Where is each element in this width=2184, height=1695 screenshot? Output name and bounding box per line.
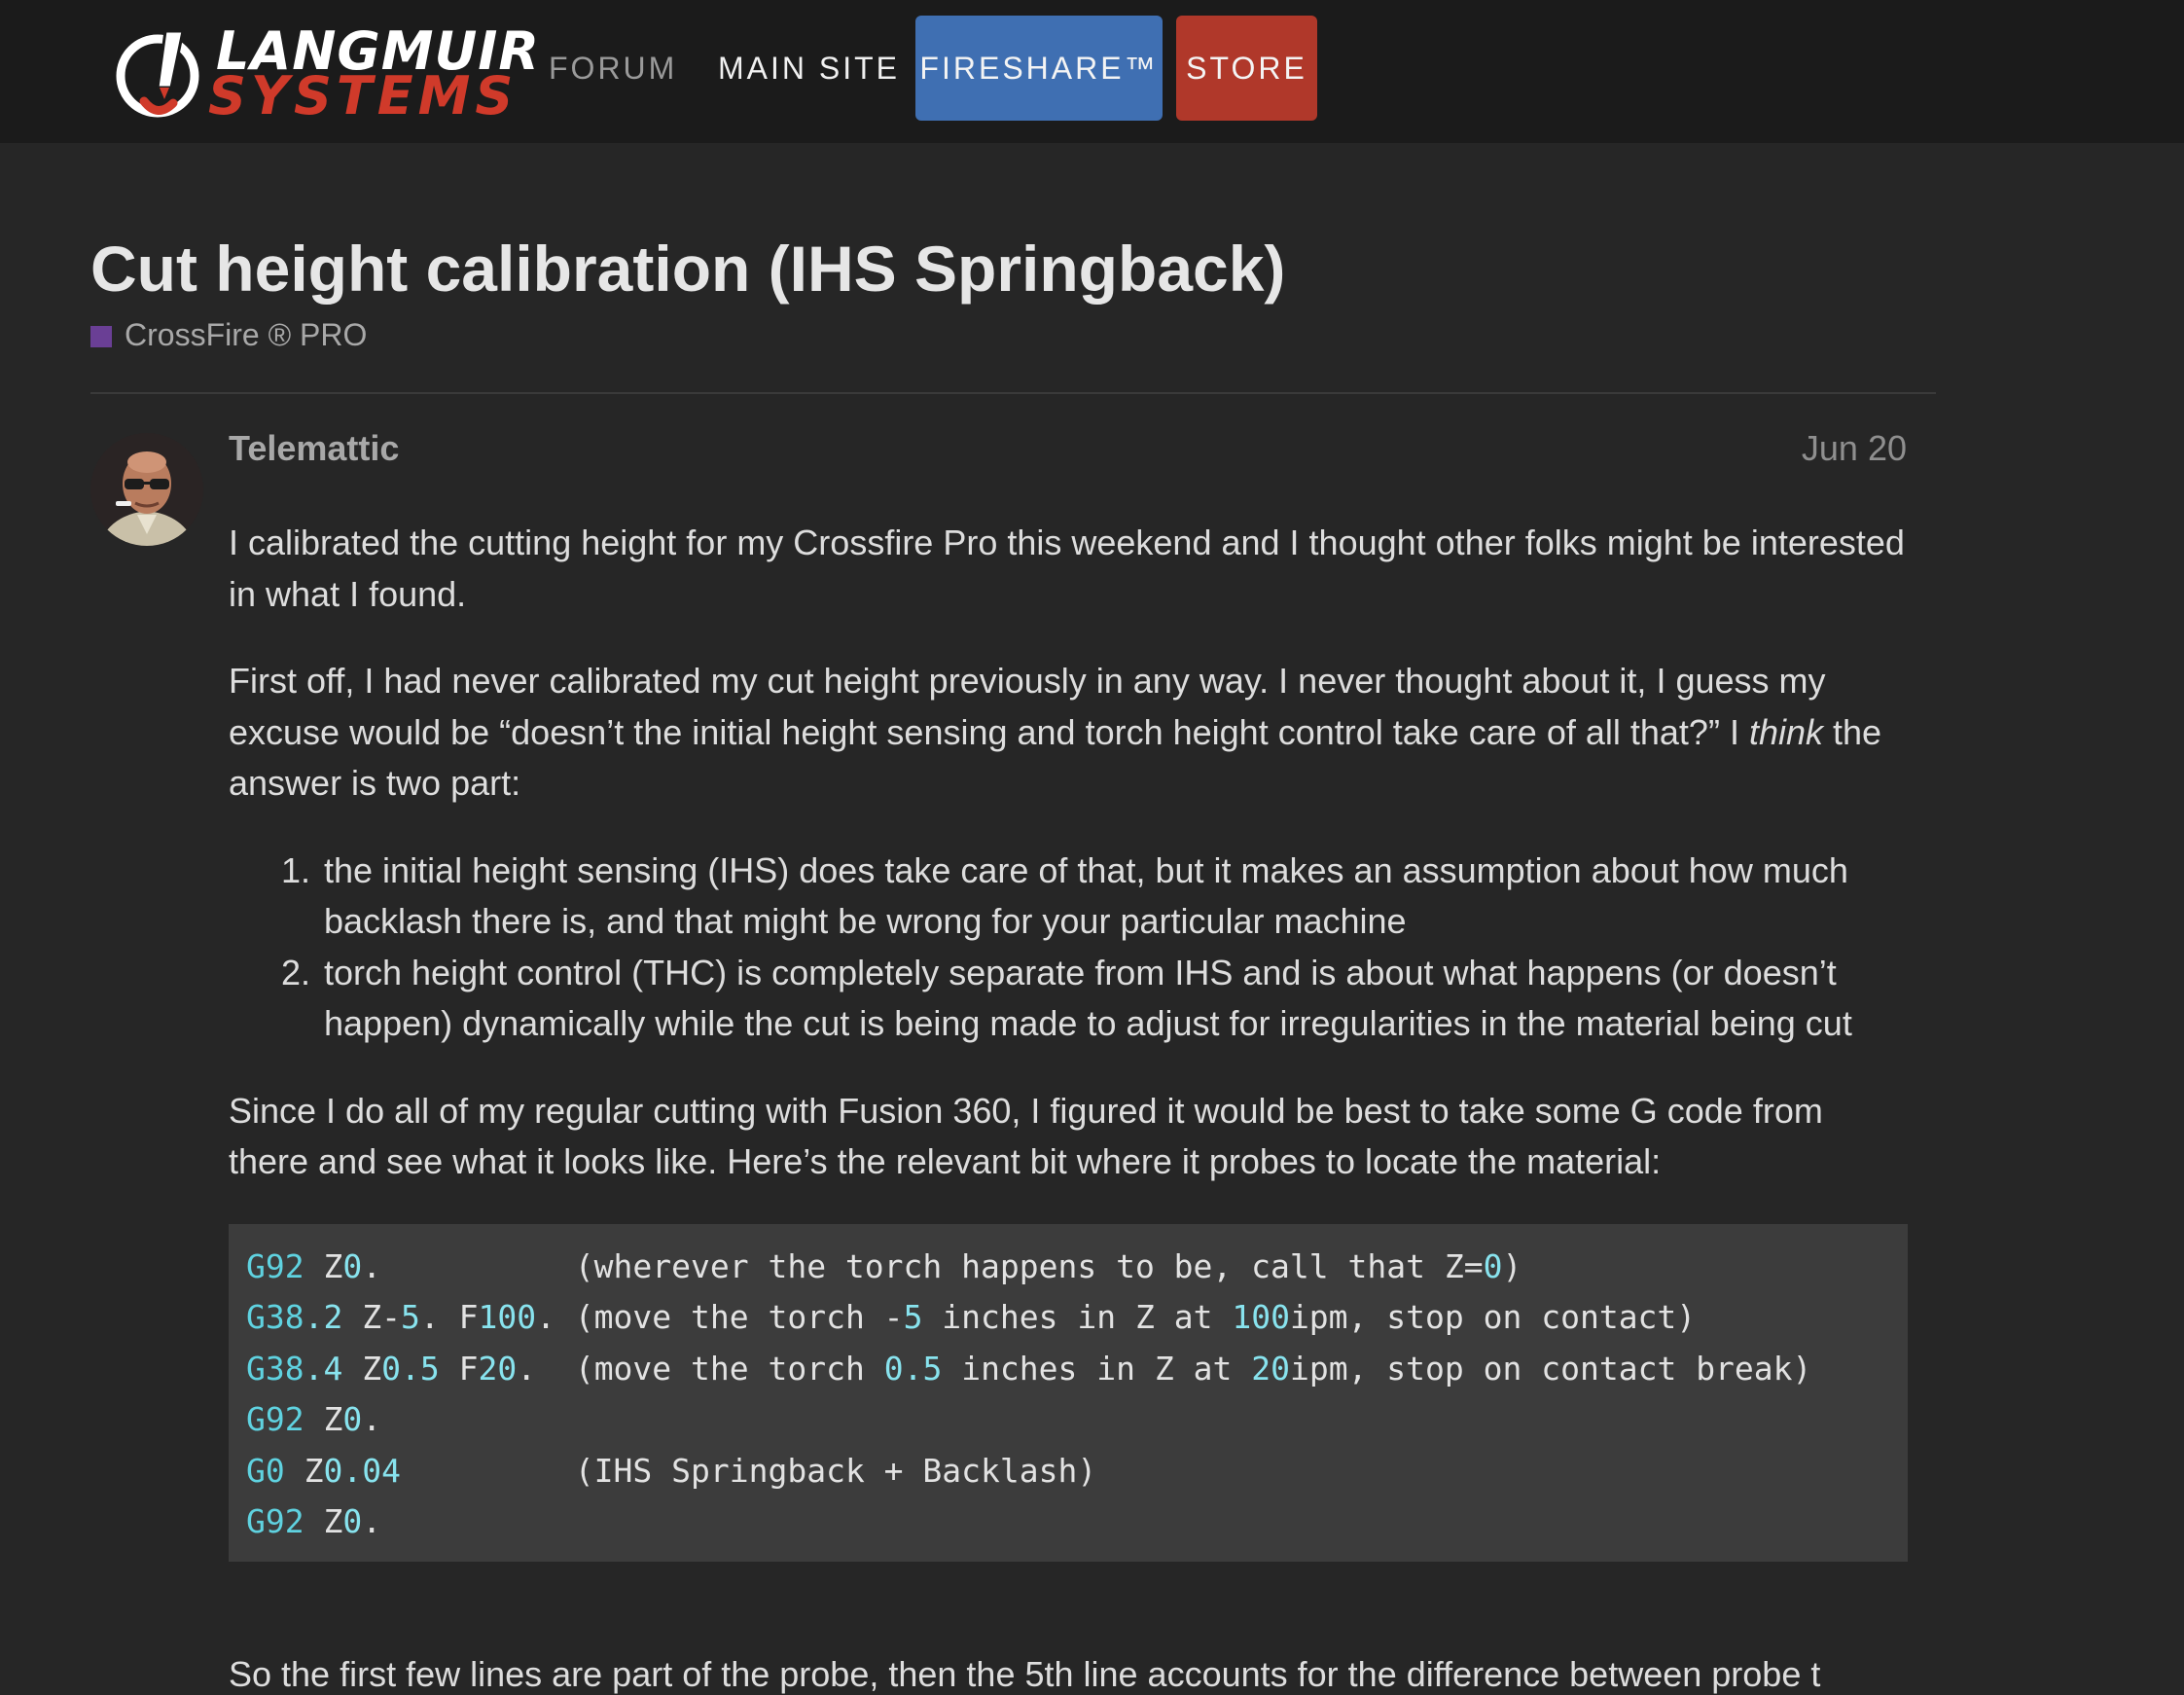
- code-text: F: [439, 1349, 479, 1388]
- code-line: G92 Z0. (wherever the torch happens to b…: [246, 1247, 1522, 1285]
- code-line: G92 Z0.: [246, 1502, 381, 1540]
- code-number: 0.04: [323, 1451, 401, 1490]
- list-item: torch height control (THC) is completely…: [320, 948, 1908, 1050]
- category-color-square: [90, 326, 112, 347]
- code-keyword: G0: [246, 1451, 285, 1490]
- code-number: 100: [478, 1298, 537, 1336]
- code-text: . (wherever the torch happens to be, cal…: [362, 1246, 1484, 1285]
- code-number: 5: [400, 1298, 420, 1336]
- code-number: 5: [903, 1298, 923, 1336]
- nav-forum-link[interactable]: FORUM: [549, 16, 677, 121]
- code-number: 0.5: [381, 1349, 440, 1388]
- code-text: ): [1502, 1246, 1522, 1285]
- site-header: LANGMUIR SYSTEMS FORUM MAIN SITE FIRESHA…: [0, 0, 2184, 143]
- code-text: .: [362, 1502, 382, 1540]
- nav-store-button[interactable]: STORE: [1176, 16, 1317, 121]
- code-number: 0: [342, 1246, 363, 1285]
- code-text: Z: [304, 1400, 343, 1438]
- post-paragraph-2: First off, I had never calibrated my cut…: [229, 656, 1908, 810]
- code-keyword: G92: [246, 1400, 304, 1438]
- code-text: inches in Z at: [922, 1298, 1233, 1336]
- list-item: the initial height sensing (IHS) does ta…: [320, 846, 1908, 948]
- code-text: ipm, stop on contact): [1289, 1298, 1697, 1336]
- topic-title[interactable]: Cut height calibration (IHS Springback): [90, 232, 1285, 306]
- code-text: . F: [419, 1298, 479, 1336]
- code-text: . (move the torch -: [536, 1298, 904, 1336]
- code-keyword: G92: [246, 1502, 304, 1540]
- category-label: CrossFire ® PRO: [125, 317, 368, 352]
- code-text: .: [362, 1400, 382, 1438]
- code-text: . (move the torch: [517, 1349, 884, 1388]
- post-date[interactable]: Jun 20: [1732, 428, 1907, 469]
- torch-logo-icon: [116, 29, 199, 118]
- code-number: 0: [342, 1502, 363, 1540]
- code-text: Z-: [342, 1298, 401, 1336]
- gcode-block[interactable]: G92 Z0. (wherever the torch happens to b…: [229, 1223, 1908, 1562]
- code-line: G0 Z0.04 (IHS Springback + Backlash): [246, 1452, 1096, 1490]
- code-number: 20: [478, 1349, 518, 1388]
- code-keyword: G38: [246, 1349, 304, 1388]
- post-paragraph-3: Since I do all of my regular cutting wit…: [229, 1090, 1823, 1182]
- post-body: I calibrated the cutting height for my C…: [229, 518, 1908, 1562]
- title-divider: [90, 392, 1936, 394]
- code-number: 0.5: [883, 1349, 943, 1388]
- code-number: .4: [304, 1349, 343, 1388]
- code-text: Z: [304, 1246, 343, 1285]
- code-text: Z: [304, 1502, 343, 1540]
- post-username[interactable]: Telemattic: [229, 428, 399, 469]
- portrait-icon: [90, 433, 203, 546]
- post-list: the initial height sensing (IHS) does ta…: [229, 846, 1908, 1050]
- code-text: inches in Z at: [942, 1349, 1252, 1388]
- code-number: 0: [1483, 1246, 1503, 1285]
- code-keyword: G38: [246, 1298, 304, 1336]
- post-paragraph-4-partial: So the first few lines are part of the p…: [229, 1654, 1821, 1694]
- code-line: G92 Z0.: [246, 1400, 381, 1438]
- code-number: 20: [1251, 1349, 1290, 1388]
- langmuir-logo[interactable]: LANGMUIR SYSTEMS: [115, 21, 553, 123]
- code-line: G38.4 Z0.5 F20. (move the torch 0.5 inch…: [246, 1350, 1811, 1388]
- user-avatar-icon[interactable]: [90, 433, 203, 546]
- code-number: 100: [1232, 1298, 1290, 1336]
- nav-main-site-link[interactable]: MAIN SITE: [718, 16, 900, 121]
- logo-text-systems: SYSTEMS: [208, 65, 519, 126]
- paragraph-2-emphasis: think: [1748, 711, 1823, 752]
- paragraph-2-start: First off, I had never calibrated my cut…: [229, 661, 1826, 752]
- code-number: .2: [304, 1298, 343, 1336]
- code-line: G38.2 Z-5. F100. (move the torch -5 inch…: [246, 1298, 1696, 1336]
- code-text: ipm, stop on contact break): [1289, 1349, 1812, 1388]
- code-keyword: G92: [246, 1246, 304, 1285]
- post-paragraph-1: I calibrated the cutting height for my C…: [229, 523, 1905, 614]
- nav-fireshare-button[interactable]: FIRESHARE™: [915, 16, 1163, 121]
- code-text: Z: [284, 1451, 324, 1490]
- code-number: 0: [342, 1400, 363, 1438]
- code-text: Z: [342, 1349, 382, 1388]
- code-text: (IHS Springback + Backlash): [400, 1451, 1097, 1490]
